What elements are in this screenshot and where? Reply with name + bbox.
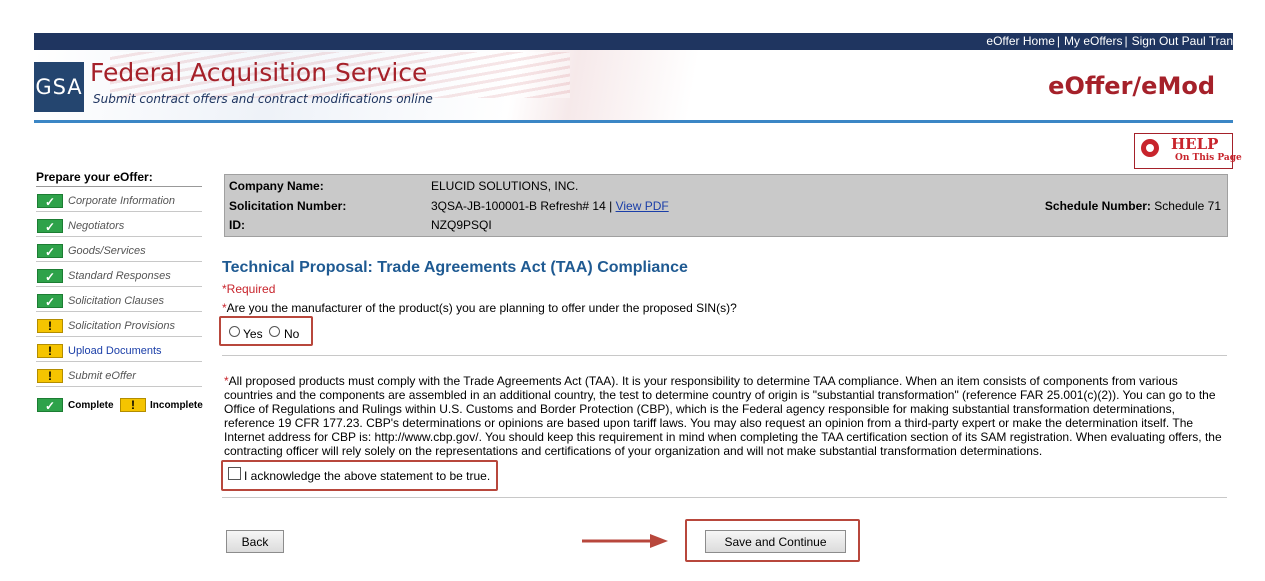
status-legend: ✓ Complete ! Incomplete bbox=[36, 397, 203, 415]
sidebar-item-negotiators[interactable]: ✓ Negotiators bbox=[36, 217, 202, 237]
sidebar-item-upload-documents[interactable]: ! Upload Documents bbox=[36, 342, 202, 362]
required-note: *Required bbox=[222, 282, 276, 296]
check-icon: ✓ bbox=[37, 398, 63, 413]
arrow-right-icon bbox=[582, 534, 668, 548]
sidebar-item-standard-responses[interactable]: ✓ Standard Responses bbox=[36, 267, 202, 287]
eoffer-home-link[interactable]: eOffer Home bbox=[986, 34, 1054, 48]
check-icon: ✓ bbox=[37, 194, 63, 209]
top-links: eOffer Home | My eOffers | Sign Out Paul Tra… bbox=[986, 34, 1233, 48]
warning-icon: ! bbox=[37, 319, 63, 333]
no-label: No bbox=[284, 327, 300, 341]
sidebar-item-label[interactable]: Upload Documents bbox=[68, 345, 162, 357]
sidebar-title: Prepare your eOffer: bbox=[36, 170, 153, 184]
help-title: HELP bbox=[1171, 135, 1219, 153]
check-icon: ✓ bbox=[37, 269, 63, 284]
no-radio[interactable] bbox=[269, 326, 280, 337]
check-icon: ✓ bbox=[37, 244, 63, 259]
my-eoffers-link[interactable]: My eOffers bbox=[1064, 34, 1122, 48]
acknowledge-checkbox[interactable] bbox=[228, 467, 241, 480]
sidebar-item-label: Goods/Services bbox=[68, 245, 146, 257]
sidebar-item-label: Solicitation Clauses bbox=[68, 295, 164, 307]
divider bbox=[222, 497, 1227, 498]
schedule-number: Schedule Number: Schedule 71 bbox=[1044, 199, 1221, 213]
sidebar-item-solicitation-provisions[interactable]: ! Solicitation Provisions bbox=[36, 317, 202, 337]
solicitation-number-label: Solicitation Number: bbox=[229, 199, 347, 213]
help-button[interactable]: HELP On This Page bbox=[1134, 133, 1242, 169]
sidebar-item-solicitation-clauses[interactable]: ✓ Solicitation Clauses bbox=[36, 292, 202, 312]
lifebuoy-icon bbox=[1141, 139, 1159, 157]
gsa-logo: GSA bbox=[34, 62, 84, 112]
acknowledge-label[interactable]: I acknowledge the above statement to be … bbox=[244, 469, 490, 483]
legend-incomplete: Incomplete bbox=[150, 400, 203, 411]
sidebar-item-label: Solicitation Provisions bbox=[68, 320, 175, 332]
help-subtitle: On This Page bbox=[1175, 153, 1242, 163]
check-icon: ✓ bbox=[37, 219, 63, 234]
company-name-value: ELUCID SOLUTIONS, INC. bbox=[431, 179, 579, 193]
sidebar-item-submit-eoffer[interactable]: ! Submit eOffer bbox=[36, 367, 202, 387]
taa-statement: *All proposed products must comply with … bbox=[224, 374, 1222, 458]
sidebar-item-label: Standard Responses bbox=[68, 270, 171, 282]
page-title: Technical Proposal: Trade Agreements Act… bbox=[222, 259, 688, 276]
yes-label: Yes bbox=[243, 327, 263, 341]
sidebar-item-goods-services[interactable]: ✓ Goods/Services bbox=[36, 242, 202, 262]
app-name: eOffer/eMod bbox=[1048, 72, 1215, 100]
warning-icon: ! bbox=[120, 398, 146, 412]
id-value: NZQ9PSQI bbox=[431, 218, 492, 232]
warning-icon: ! bbox=[37, 369, 63, 383]
sidebar-item-label: Corporate Information bbox=[68, 195, 175, 207]
site-subtitle: Submit contract offers and contract modi… bbox=[93, 92, 433, 106]
sign-out-link[interactable]: Sign Out Paul Tran bbox=[1132, 34, 1233, 48]
sidebar-divider bbox=[36, 186, 202, 187]
save-and-continue-button[interactable]: Save and Continue bbox=[705, 530, 846, 553]
header-divider bbox=[34, 120, 1233, 123]
divider bbox=[222, 355, 1227, 356]
check-icon: ✓ bbox=[37, 294, 63, 309]
company-name-label: Company Name: bbox=[229, 179, 324, 193]
solicitation-number-value: 3QSA-JB-100001-B Refresh# 14 | View PDF bbox=[431, 199, 669, 213]
manufacturer-question: *Are you the manufacturer of the product… bbox=[222, 301, 737, 315]
back-button[interactable]: Back bbox=[226, 530, 284, 553]
sidebar-item-corporate-information[interactable]: ✓ Corporate Information bbox=[36, 192, 202, 212]
sidebar-item-label: Submit eOffer bbox=[68, 370, 136, 382]
warning-icon: ! bbox=[37, 344, 63, 358]
view-pdf-link[interactable]: View PDF bbox=[616, 199, 669, 213]
offer-info-box: Company Name: ELUCID SOLUTIONS, INC. Sol… bbox=[224, 174, 1228, 237]
id-label: ID: bbox=[229, 218, 245, 232]
sidebar-item-label: Negotiators bbox=[68, 220, 125, 232]
yes-radio[interactable] bbox=[229, 326, 240, 337]
legend-complete: Complete bbox=[68, 400, 114, 411]
site-title: Federal Acquisition Service bbox=[90, 58, 428, 87]
